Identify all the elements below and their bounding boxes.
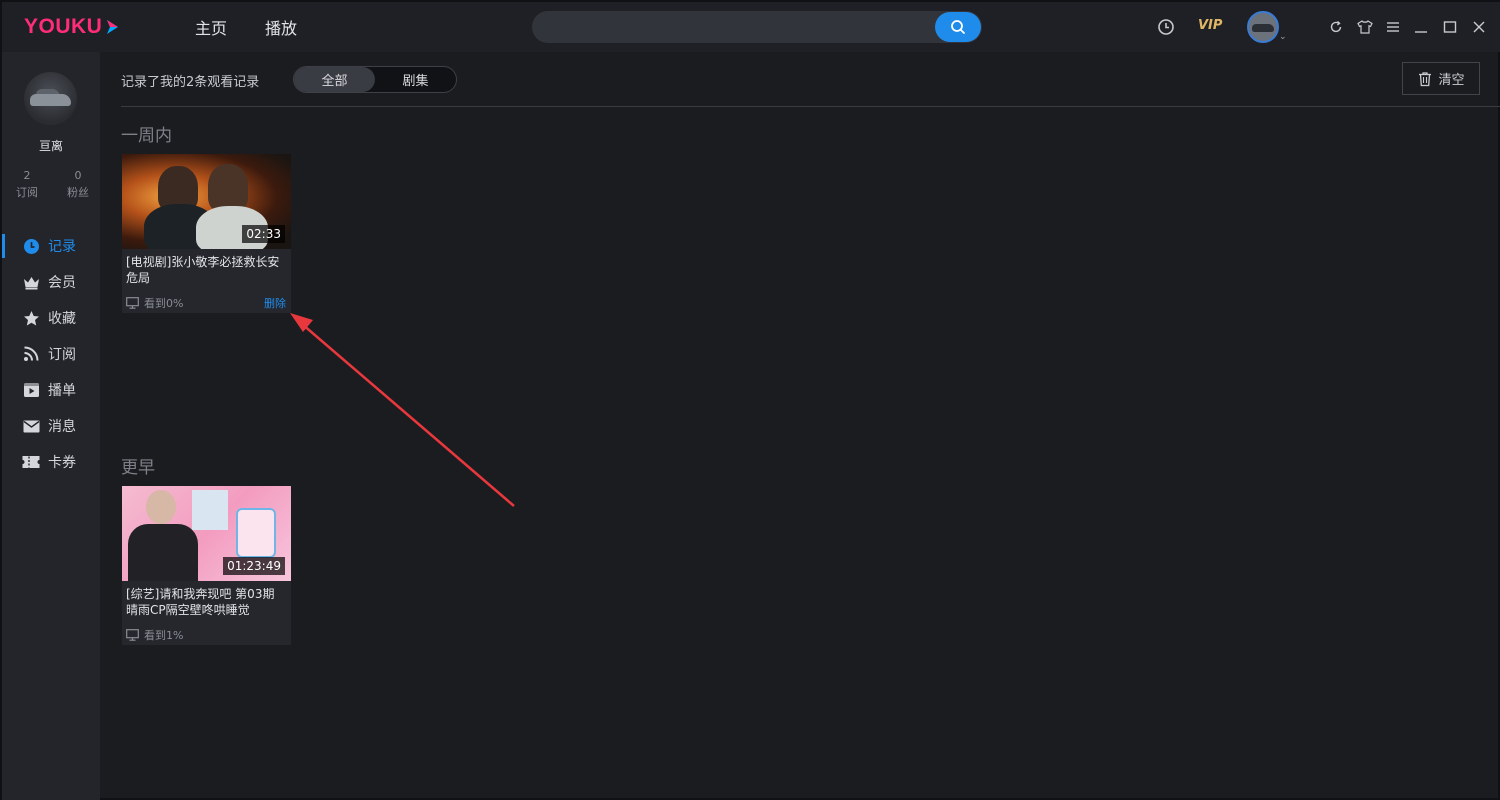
monitor-icon [126,297,139,309]
followers-label: 粉丝 [67,186,89,199]
skin-shirt-icon[interactable] [1357,19,1373,35]
thumb-host-body [128,524,198,581]
chevron-down-icon[interactable]: ⌄ [1279,32,1287,42]
avatar-car-image [1252,24,1274,32]
sidebar-item-coupons[interactable]: 卡券 [2,444,100,480]
filter-toggle: 全部 剧集 [293,66,457,93]
mail-icon [22,417,40,435]
sidebar-item-label: 播单 [48,383,76,399]
section-title-week: 一周内 [121,126,172,146]
refresh-icon[interactable] [1328,19,1344,35]
clear-label: 清空 [1438,73,1465,88]
search-input[interactable] [532,11,982,43]
star-icon [22,309,40,327]
sidebar-item-messages[interactable]: 消息 [2,408,100,444]
monitor-icon [126,629,139,641]
sidebar: 亘离 2 订阅 0 粉丝 记录 会员 收藏 订阅 播单 消息 卡券 [2,52,100,800]
vip-link[interactable]: VIP [1198,18,1222,33]
sidebar-item-label: 订阅 [48,347,76,363]
watch-progress: 看到0% [126,295,183,311]
filter-all[interactable]: 全部 [294,67,375,92]
app-window: YOUKU 主页 播放 VIP ⌄ 亘离 2 订阅 0 粉丝 记录 会员 收藏 … [0,0,1500,800]
top-nav: 主页 播放 [195,15,297,39]
sidebar-item-favorites[interactable]: 收藏 [2,300,100,336]
username[interactable]: 亘离 [2,137,100,154]
thumb-guest-man [192,490,228,530]
section-title-earlier: 更早 [121,458,155,478]
video-title[interactable]: [综艺]请和我奔现吧 第03期 晴雨CP隔空壁咚哄睡觉 [126,586,288,618]
logo-text: YOUKU [24,15,103,38]
followers-count: 0 [74,169,82,182]
annotation-arrow [290,313,515,507]
ticket-icon [22,453,40,471]
sidebar-item-label: 会员 [48,275,76,291]
video-thumbnail[interactable]: 02:33 [122,154,291,249]
history-card[interactable]: 01:23:49 [综艺]请和我奔现吧 第03期 晴雨CP隔空壁咚哄睡觉 看到1… [122,486,291,645]
playlist-icon [22,381,40,399]
crown-icon [22,273,40,291]
history-summary: 记录了我的2条观看记录 [121,75,260,90]
video-thumbnail[interactable]: 01:23:49 [122,486,291,581]
clear-history-button[interactable]: 清空 [1402,62,1480,95]
minimize-icon[interactable] [1413,19,1429,35]
user-avatar[interactable] [1247,11,1279,43]
sidebar-item-label: 消息 [48,419,76,435]
sidebar-menu: 记录 会员 收藏 订阅 播单 消息 卡券 [2,228,100,480]
history-card[interactable]: 02:33 [电视剧]张小敬李必拯救长安危局 看到0% 删除 [122,154,291,313]
sidebar-item-vip[interactable]: 会员 [2,264,100,300]
video-duration: 02:33 [242,225,285,243]
watch-progress: 看到1% [126,627,183,643]
clock-icon [22,237,40,255]
watch-progress-text: 看到0% [144,297,184,310]
trash-icon [1419,71,1432,86]
search-icon [951,20,965,34]
delete-button[interactable]: 删除 [264,295,286,311]
subscriptions-count: 2 [23,169,31,182]
subscriptions-stat[interactable]: 2 订阅 [12,167,42,201]
logo-play-icon [107,20,119,34]
sidebar-item-history[interactable]: 记录 [2,228,100,264]
menu-icon[interactable] [1385,19,1401,35]
rss-icon [22,345,40,363]
filter-series[interactable]: 剧集 [375,67,456,92]
watch-progress-text: 看到1% [144,629,184,642]
avatar-car-body [30,94,71,106]
sidebar-item-playlists[interactable]: 播单 [2,372,100,408]
thumb-guest-woman [236,508,276,558]
subscriptions-label: 订阅 [16,186,38,199]
sidebar-item-label: 记录 [48,239,76,255]
video-duration: 01:23:49 [223,557,285,575]
header-divider [121,106,1500,107]
history-clock-icon[interactable] [1157,18,1175,36]
thumb-figure-right [208,164,248,212]
nav-play[interactable]: 播放 [265,15,297,39]
maximize-icon[interactable] [1442,19,1458,35]
top-bar: YOUKU 主页 播放 VIP ⌄ [2,2,1500,52]
search-button[interactable] [935,12,981,42]
nav-home[interactable]: 主页 [195,15,227,39]
sidebar-item-label: 卡券 [48,455,76,471]
sidebar-avatar[interactable] [24,72,77,125]
sidebar-item-subscriptions[interactable]: 订阅 [2,336,100,372]
thumb-host-head [146,490,176,524]
close-icon[interactable] [1471,19,1487,35]
video-title[interactable]: [电视剧]张小敬李必拯救长安危局 [126,254,288,286]
youku-logo[interactable]: YOUKU [24,14,119,40]
sidebar-item-label: 收藏 [48,311,76,327]
followers-stat[interactable]: 0 粉丝 [63,167,93,201]
